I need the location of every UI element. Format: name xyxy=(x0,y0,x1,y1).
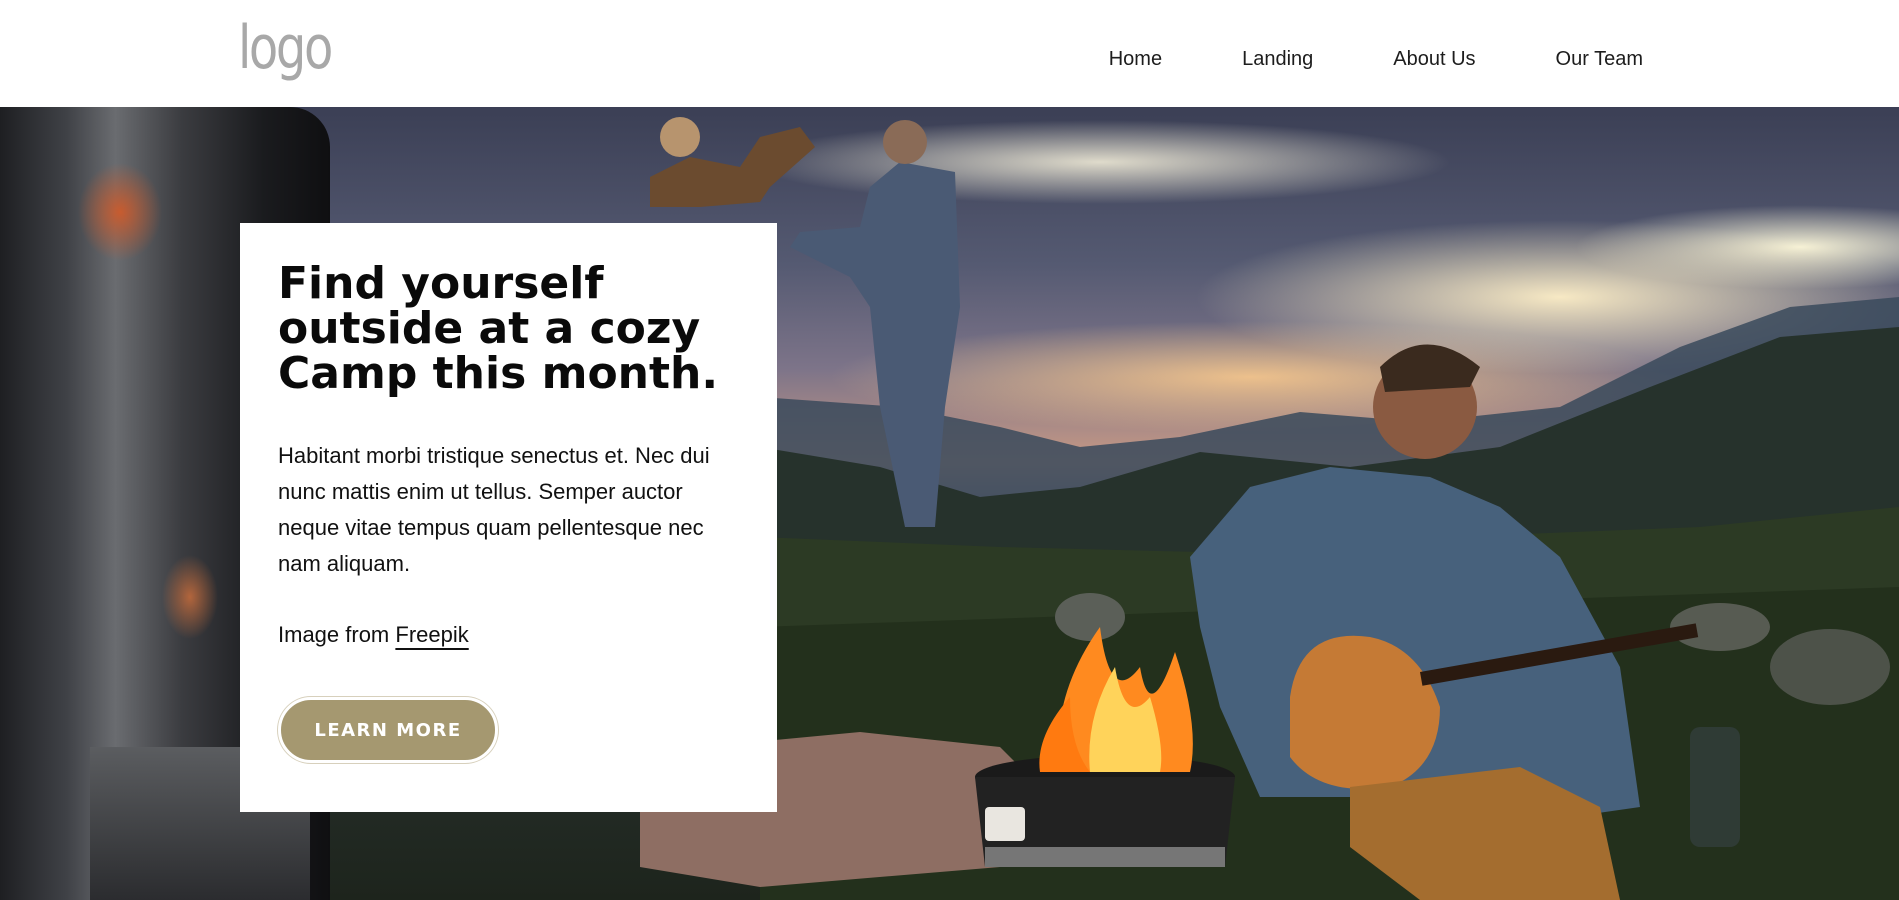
hero-body-text: Habitant morbi tristique senectus et. Ne… xyxy=(278,443,710,576)
hero-headline: Find yourself outside at a cozy Camp thi… xyxy=(278,258,719,399)
nav-link-home[interactable]: Home xyxy=(1109,48,1162,71)
nav-link-landing[interactable]: Landing xyxy=(1242,48,1313,71)
hero-card: Find yourself outside at a cozy Camp thi… xyxy=(240,223,777,812)
image-credit-prefix: Image from xyxy=(278,622,396,647)
site-header: logo Home Landing About Us Our Team xyxy=(0,0,1899,107)
nav-link-about-us[interactable]: About Us xyxy=(1393,48,1475,71)
image-credit: Image from Freepik xyxy=(278,622,469,648)
logo-image[interactable]: logo xyxy=(238,18,333,78)
main-nav: Home Landing About Us Our Team xyxy=(1109,48,1643,71)
learn-more-button[interactable]: LEARN MORE xyxy=(278,697,498,763)
freepik-link[interactable]: Freepik xyxy=(395,622,468,647)
nav-link-our-team[interactable]: Our Team xyxy=(1556,48,1643,71)
